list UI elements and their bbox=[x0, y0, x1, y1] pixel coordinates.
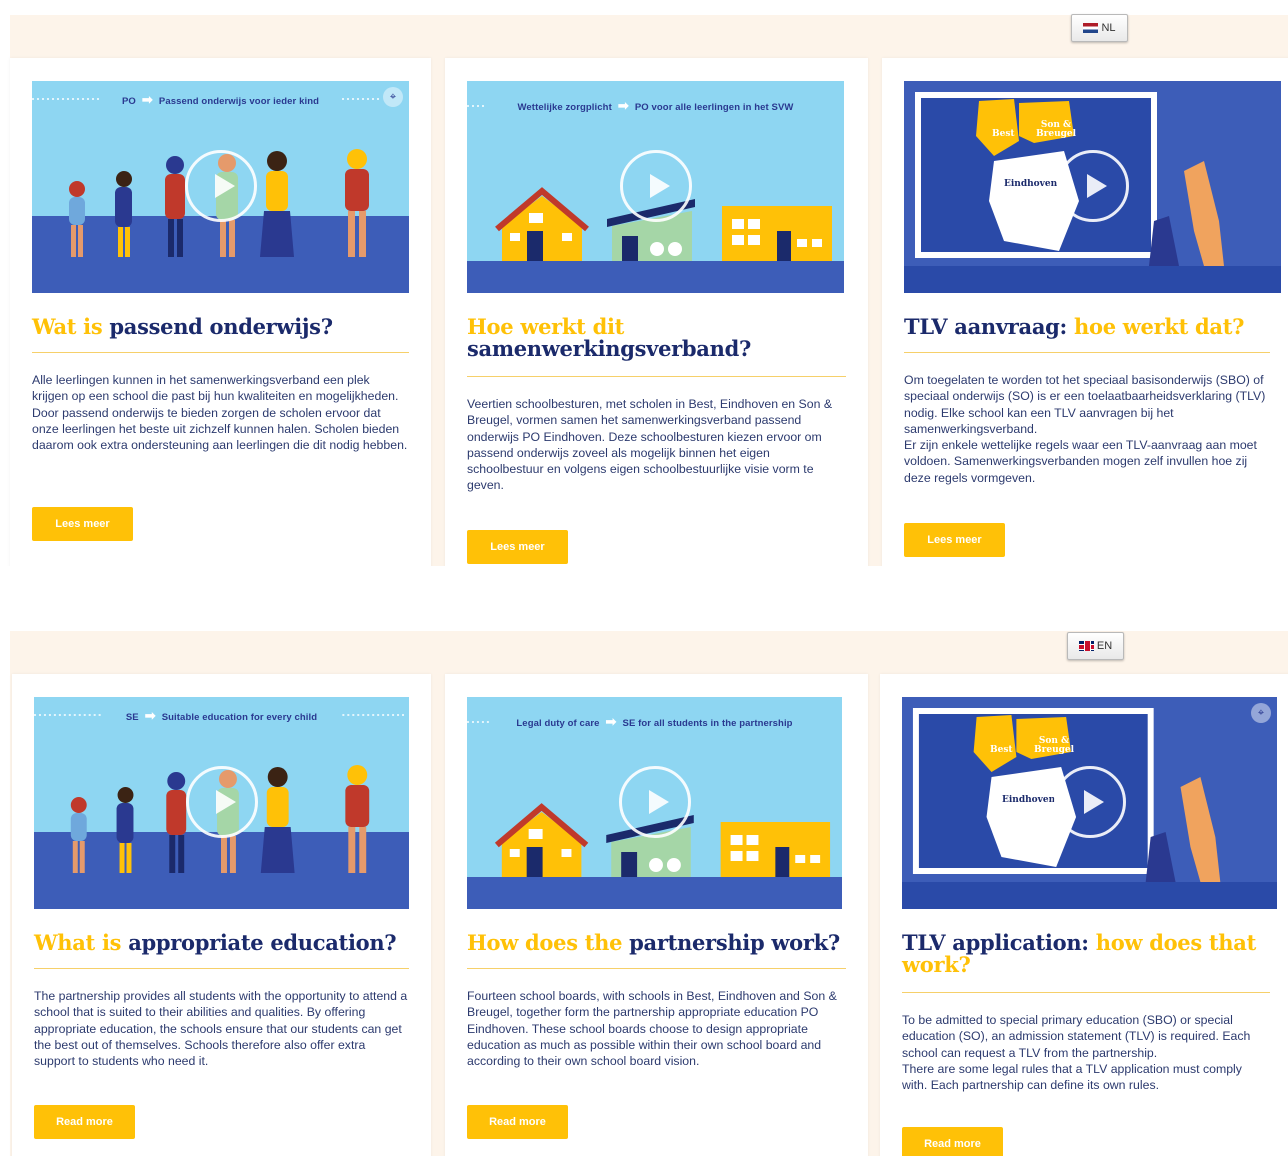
read-more-button[interactable]: Lees meer bbox=[904, 523, 1005, 557]
card-title: TLV application: how does that work? bbox=[902, 930, 1256, 977]
video-thumbnail[interactable]: Best Son & Breugel Eindhoven ⌖ bbox=[902, 697, 1277, 909]
flag-gb-icon bbox=[1078, 641, 1094, 651]
play-icon[interactable] bbox=[185, 766, 258, 838]
arrow-right-icon: ➡ bbox=[141, 92, 153, 107]
arrow-right-icon: ➡ bbox=[144, 708, 156, 723]
scan-icon[interactable]: ⌖ bbox=[1251, 703, 1271, 723]
card-appropriate-education: SE ➡ Suitable education for every child Wh… bbox=[12, 674, 431, 1156]
card-passend-onderwijs: PO ➡ Passend onderwijs voor ieder kind ⌖ W… bbox=[10, 58, 431, 566]
language-label: EN bbox=[1096, 640, 1113, 652]
play-icon[interactable] bbox=[618, 766, 691, 838]
video-banner: Wettelijke zorgplicht ➡ PO voor alle leerl… bbox=[517, 98, 794, 113]
card-description: Om toegelaten te worden tot het speciaal… bbox=[904, 373, 1266, 485]
read-more-button[interactable]: Lees meer bbox=[32, 507, 133, 541]
card-partnership: Legal duty of care ➡ SE for all students i… bbox=[445, 674, 868, 1156]
divider bbox=[467, 376, 846, 377]
card-title: How does the partnership work? bbox=[467, 930, 840, 955]
read-more-button[interactable]: Read more bbox=[467, 1105, 568, 1139]
video-thumbnail[interactable]: Wettelijke zorgplicht ➡ PO voor alle leerl… bbox=[467, 81, 844, 293]
map-label-eindhoven: Eindhoven bbox=[1002, 795, 1056, 805]
play-icon[interactable] bbox=[1053, 766, 1126, 838]
arrow-right-icon: ➡ bbox=[617, 98, 629, 113]
card-title: Wat is passend onderwijs? bbox=[32, 314, 333, 339]
language-switch-en[interactable]: EN bbox=[1067, 632, 1124, 660]
card-description: Veertien schoolbesturen, met scholen in … bbox=[467, 397, 833, 493]
read-more-button[interactable]: Read more bbox=[34, 1105, 135, 1139]
divider bbox=[34, 968, 409, 969]
card-description: The partnership provides all students wi… bbox=[34, 989, 408, 1069]
video-thumbnail[interactable]: Legal duty of care ➡ SE for all students i… bbox=[467, 697, 842, 909]
card-tlv-application: Best Son & Breugel Eindhoven ⌖ TLV applic… bbox=[880, 674, 1288, 1156]
video-banner: Legal duty of care ➡ SE for all students i… bbox=[516, 714, 793, 729]
video-thumbnail[interactable]: Best Son & Breugel Eindhoven bbox=[904, 81, 1281, 293]
flag-nl-icon bbox=[1083, 23, 1099, 33]
video-banner: SE ➡ Suitable education for every child bbox=[125, 708, 318, 723]
divider bbox=[902, 992, 1270, 993]
panel-english: EN SE ➡ Suitable education for every chi… bbox=[0, 617, 1288, 1156]
map-label-son-breugel: Son & Breugel bbox=[1036, 120, 1077, 139]
map-label-best: Best bbox=[992, 129, 1015, 139]
language-switch-nl[interactable]: NL bbox=[1071, 14, 1128, 42]
card-description: To be admitted to special primary educat… bbox=[902, 1013, 1251, 1093]
map-label-son-breugel: Son & Breugel bbox=[1034, 736, 1075, 755]
play-icon[interactable] bbox=[1056, 150, 1129, 222]
card-description: Alle leerlingen kunnen in het samenwerki… bbox=[32, 373, 408, 453]
video-banner: PO ➡ Passend onderwijs voor ieder kind bbox=[121, 92, 320, 107]
read-more-button[interactable]: Read more bbox=[902, 1127, 1003, 1156]
card-samenwerkingsverband: Wettelijke zorgplicht ➡ PO voor alle leerl… bbox=[445, 58, 868, 566]
card-title: What is appropriate education? bbox=[34, 930, 397, 955]
card-title: TLV aanvraag: hoe werkt dat? bbox=[904, 314, 1245, 339]
card-tlv-aanvraag: Best Son & Breugel Eindhoven TLV aanvraag… bbox=[882, 58, 1288, 566]
scan-icon[interactable]: ⌖ bbox=[383, 87, 403, 107]
video-thumbnail[interactable]: PO ➡ Passend onderwijs voor ieder kind ⌖ bbox=[32, 81, 409, 293]
arrow-right-icon: ➡ bbox=[605, 714, 617, 729]
map-label-best: Best bbox=[990, 745, 1013, 755]
divider bbox=[32, 352, 409, 353]
read-more-button[interactable]: Lees meer bbox=[467, 530, 568, 564]
video-thumbnail[interactable]: SE ➡ Suitable education for every child bbox=[34, 697, 409, 909]
divider bbox=[467, 968, 846, 969]
play-icon[interactable] bbox=[184, 150, 257, 222]
panel-dutch: NL PO ➡ Passend onderwijs voor ieder kin… bbox=[0, 0, 1288, 566]
divider bbox=[904, 352, 1270, 353]
map-label-eindhoven: Eindhoven bbox=[1004, 179, 1058, 189]
language-label: NL bbox=[1101, 22, 1116, 34]
play-icon[interactable] bbox=[619, 150, 692, 222]
card-description: Fourteen school boards, with schools in … bbox=[467, 989, 837, 1069]
card-title: Hoe werkt dit samenwerkingsverband? bbox=[467, 314, 751, 361]
